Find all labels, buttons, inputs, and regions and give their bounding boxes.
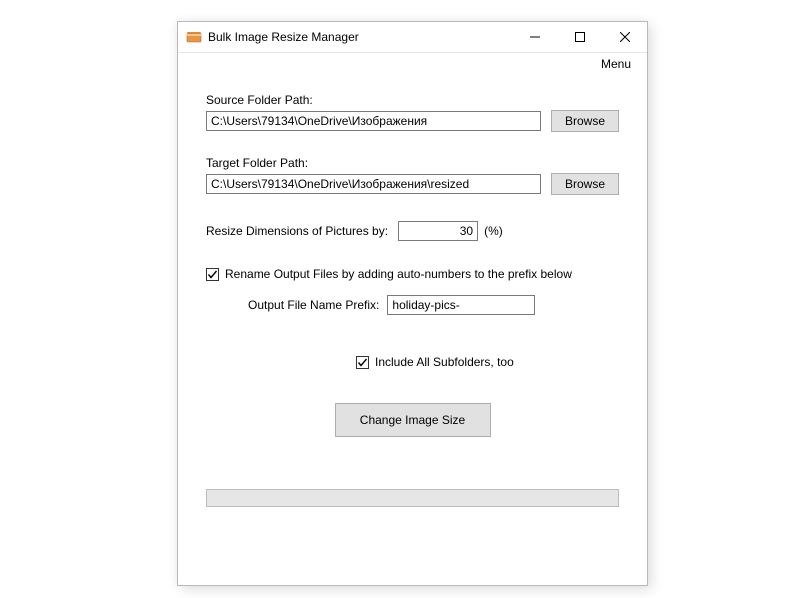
- target-folder-label: Target Folder Path:: [206, 156, 619, 170]
- app-icon: [186, 29, 202, 45]
- close-button[interactable]: [602, 23, 647, 52]
- percent-unit-label: (%): [484, 224, 503, 238]
- minimize-button[interactable]: [512, 23, 557, 52]
- target-browse-button[interactable]: Browse: [551, 173, 619, 195]
- menubar: Menu: [178, 53, 647, 75]
- maximize-button[interactable]: [557, 23, 602, 52]
- source-folder-label: Source Folder Path:: [206, 93, 619, 107]
- resize-percent-label: Resize Dimensions of Pictures by:: [206, 224, 388, 238]
- progress-bar: [206, 489, 619, 507]
- window-title: Bulk Image Resize Manager: [208, 30, 359, 44]
- rename-files-checkbox[interactable]: [206, 268, 219, 281]
- include-subfolders-checkbox[interactable]: [356, 356, 369, 369]
- output-prefix-input[interactable]: [387, 295, 535, 315]
- resize-percent-input[interactable]: [398, 221, 478, 241]
- app-window: Bulk Image Resize Manager Menu Source Fo…: [177, 21, 648, 586]
- target-folder-input[interactable]: [206, 174, 541, 194]
- output-prefix-label: Output File Name Prefix:: [248, 298, 379, 312]
- source-browse-button[interactable]: Browse: [551, 110, 619, 132]
- rename-files-label: Rename Output Files by adding auto-numbe…: [225, 267, 572, 281]
- client-area: Source Folder Path: Browse Target Folder…: [178, 75, 647, 507]
- change-image-size-button[interactable]: Change Image Size: [335, 403, 491, 437]
- include-subfolders-label: Include All Subfolders, too: [375, 355, 514, 369]
- titlebar[interactable]: Bulk Image Resize Manager: [178, 22, 647, 53]
- source-folder-input[interactable]: [206, 111, 541, 131]
- menu-item[interactable]: Menu: [595, 55, 637, 73]
